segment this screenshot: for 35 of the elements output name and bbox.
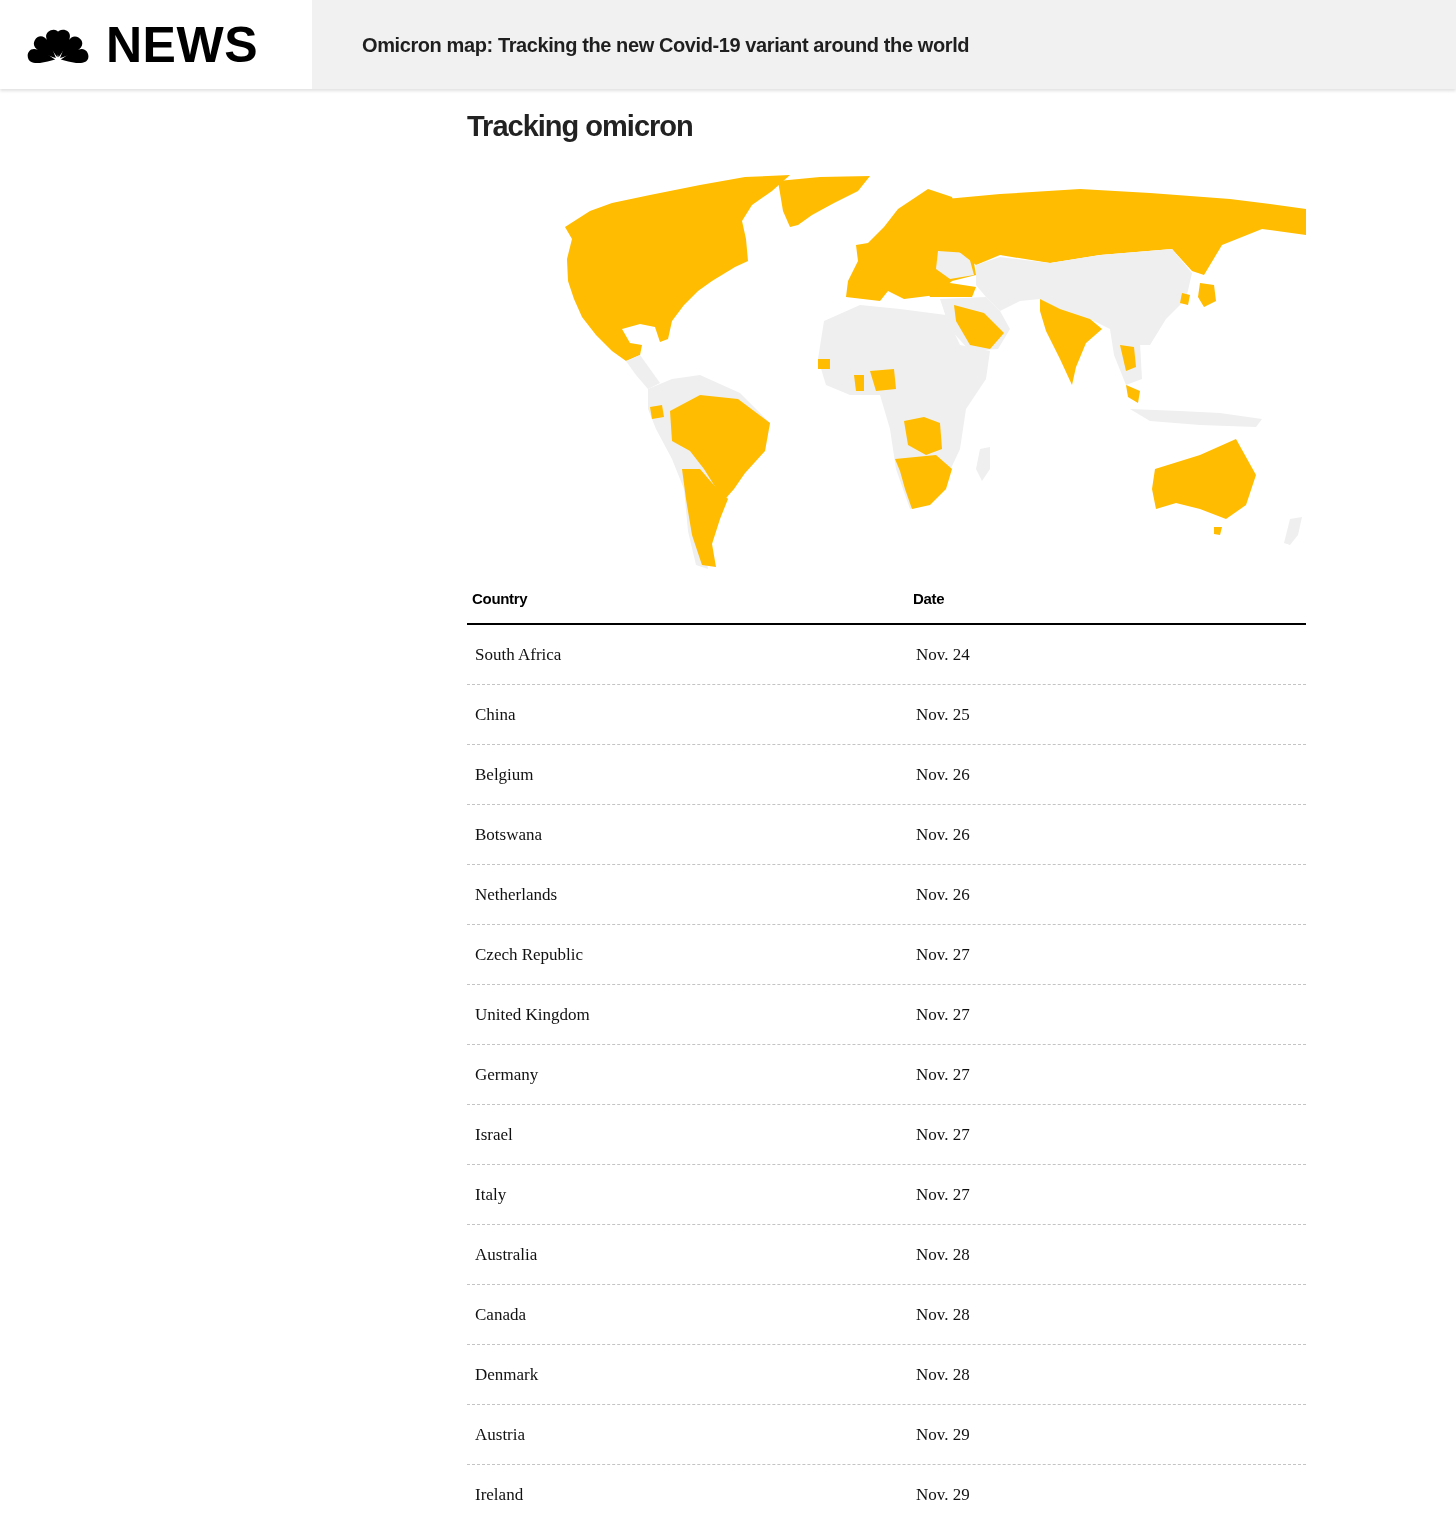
table-cell: Nov. 28 (916, 1364, 970, 1384)
table-cell: Austria (475, 1424, 526, 1444)
table-cell: Italy (475, 1184, 507, 1204)
table-cell: Czech Republic (475, 944, 584, 964)
table-cell: Nov. 28 (916, 1304, 970, 1324)
table-cell: Belgium (475, 764, 534, 784)
column-header: Date (913, 590, 945, 607)
table-cell: Nov. 26 (916, 764, 970, 784)
article-title: Omicron map: Tracking the new Covid-19 variant around the world (362, 32, 970, 58)
table-cell: Ireland (475, 1484, 524, 1504)
table-cell: United Kingdom (475, 1004, 590, 1024)
table-cell: Nov. 27 (916, 944, 970, 964)
table-cell: Nov. 29 (916, 1424, 970, 1444)
table-cell: Botswana (475, 824, 543, 844)
column-header: Country (472, 590, 528, 607)
table-cell: Australia (475, 1244, 538, 1264)
table-cell: Nov. 25 (916, 704, 970, 724)
table-cell: China (475, 704, 516, 724)
table-cell: Nov. 27 (916, 1064, 970, 1084)
table-cell: Nov. 27 (916, 1184, 970, 1204)
table-cell: Nov. 27 (916, 1124, 970, 1144)
table-cell: Germany (475, 1064, 539, 1084)
table-cell: Canada (475, 1304, 526, 1324)
table-cell: Nov. 27 (916, 1004, 970, 1024)
home-logo-link[interactable]: NEWS (24, 19, 258, 70)
table-cell: Nov. 28 (916, 1244, 970, 1264)
table-cell: Nov. 24 (916, 644, 970, 664)
table-cell: South Africa (475, 644, 562, 664)
table-cell: Nov. 26 (916, 884, 970, 904)
section-heading: Tracking omicron (467, 109, 694, 144)
table-cell: Denmark (475, 1364, 539, 1384)
table-cell: Nov. 29 (916, 1484, 970, 1504)
table-cell: Israel (475, 1124, 513, 1144)
table-cell: Nov. 26 (916, 824, 970, 844)
table-cell: Netherlands (475, 884, 558, 904)
